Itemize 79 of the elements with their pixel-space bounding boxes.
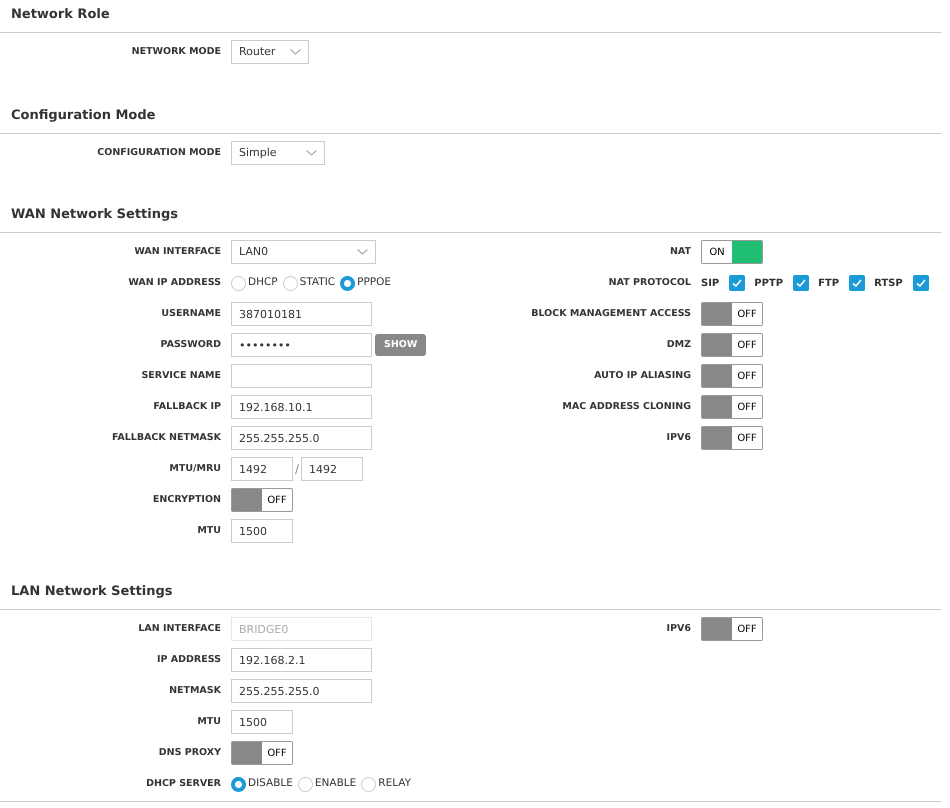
section-title: WAN Network Settings — [0, 200, 941, 233]
caret-icon — [306, 150, 317, 156]
section-title: LAN Network Settings — [0, 577, 941, 610]
checkbox-label: SIP — [701, 276, 720, 290]
text-field[interactable]: 1500 — [231, 519, 293, 543]
field-label: AUTO IP ALIASING — [593, 368, 692, 383]
checkbox-label: FTP — [818, 276, 840, 290]
text-field[interactable]: 1500 — [231, 710, 293, 734]
field-label: WAN IP ADDRESS — [127, 276, 222, 290]
field-label: IP ADDRESS — [156, 652, 222, 667]
radio-label: RELAY — [378, 776, 412, 792]
toggle-switch[interactable]: OFF — [701, 333, 763, 357]
radio-button[interactable] — [282, 276, 298, 290]
radio-label: PPPOE — [357, 275, 392, 290]
section-title: Configuration Mode — [0, 101, 941, 134]
field-label: FALLBACK NETMASK — [110, 430, 222, 445]
toggle-switch[interactable]: OFF — [701, 617, 763, 641]
field-label: DHCP SERVER — [145, 776, 222, 791]
field-label: NETWORK MODE — [130, 44, 222, 59]
text-field[interactable]: 1492 — [301, 457, 364, 481]
checkbox-label: PPTP — [754, 276, 784, 290]
caret-icon — [290, 49, 301, 55]
toggle-switch[interactable]: OFF — [701, 395, 763, 419]
section-title: Network Role — [0, 0, 941, 33]
field-label: NAT — [668, 244, 692, 259]
field-label: LAN INTERFACE — [137, 622, 222, 636]
checkbox[interactable] — [729, 275, 746, 291]
checkbox[interactable] — [849, 275, 866, 291]
show-button[interactable]: SHOW — [375, 334, 426, 356]
radio-button[interactable] — [231, 776, 246, 792]
text-field[interactable]: 192.168.10.1 — [231, 395, 372, 419]
text-field[interactable] — [231, 364, 372, 388]
text-field[interactable]: 1492 — [231, 457, 293, 481]
caret-icon — [357, 249, 368, 255]
toggle-switch[interactable]: ON — [701, 240, 763, 264]
text-field[interactable]: 192.168.2.1 — [231, 648, 372, 672]
dropdown[interactable]: LAN0 — [231, 240, 376, 264]
field-label: CONFIGURATION MODE — [96, 146, 222, 160]
radio-label: DISABLE — [248, 776, 293, 792]
field-label: NAT PROTOCOL — [608, 276, 692, 290]
radio-button[interactable] — [231, 276, 246, 290]
checkbox-label: RTSP — [874, 276, 903, 290]
radio-label: ENABLE — [314, 776, 356, 792]
field-label: PASSWORD — [160, 338, 222, 352]
field-label: USERNAME — [160, 306, 222, 321]
radio-button[interactable] — [361, 776, 376, 792]
field-label: WAN INTERFACE — [133, 244, 222, 259]
field-label: DMZ — [666, 338, 692, 352]
text-field[interactable]: 255.255.255.0 — [231, 679, 372, 703]
toggle-switch[interactable]: OFF — [231, 741, 293, 765]
field-label: MTU — [196, 524, 222, 538]
field-label: MTU/MRU — [168, 462, 222, 476]
field-label: IPV6 — [666, 430, 692, 445]
checkbox[interactable] — [912, 275, 929, 291]
toggle-switch[interactable]: OFF — [701, 302, 763, 326]
text-field[interactable]: 255.255.255.0 — [231, 426, 372, 450]
radio-button[interactable] — [340, 276, 356, 290]
field-label: MTU — [196, 714, 222, 729]
radio-label: STATIC — [300, 275, 336, 290]
text-field[interactable]: 387010181 — [231, 302, 372, 326]
field-label: BLOCK MANAGEMENT ACCESS — [530, 306, 692, 321]
field-label: SERVICE NAME — [140, 368, 222, 383]
field-label: ENCRYPTION — [152, 492, 222, 507]
password-field[interactable]: •••••••• — [231, 333, 372, 357]
field-label: IPV6 — [666, 622, 692, 636]
text-field: BRIDGE0 — [231, 617, 372, 641]
toggle-switch[interactable]: OFF — [701, 426, 763, 450]
dropdown[interactable]: Router — [231, 40, 309, 64]
toggle-switch[interactable]: OFF — [231, 488, 293, 512]
checkbox[interactable] — [793, 275, 810, 291]
field-label: MAC ADDRESS CLONING — [561, 400, 692, 414]
field-label: NETMASK — [168, 684, 222, 698]
dropdown[interactable]: Simple — [231, 141, 325, 165]
field-label: FALLBACK IP — [152, 400, 222, 414]
field-label: DNS PROXY — [158, 746, 222, 760]
radio-button[interactable] — [298, 776, 313, 792]
radio-label: DHCP — [248, 275, 278, 290]
separator-text: / — [295, 461, 300, 478]
toggle-switch[interactable]: OFF — [701, 364, 763, 388]
